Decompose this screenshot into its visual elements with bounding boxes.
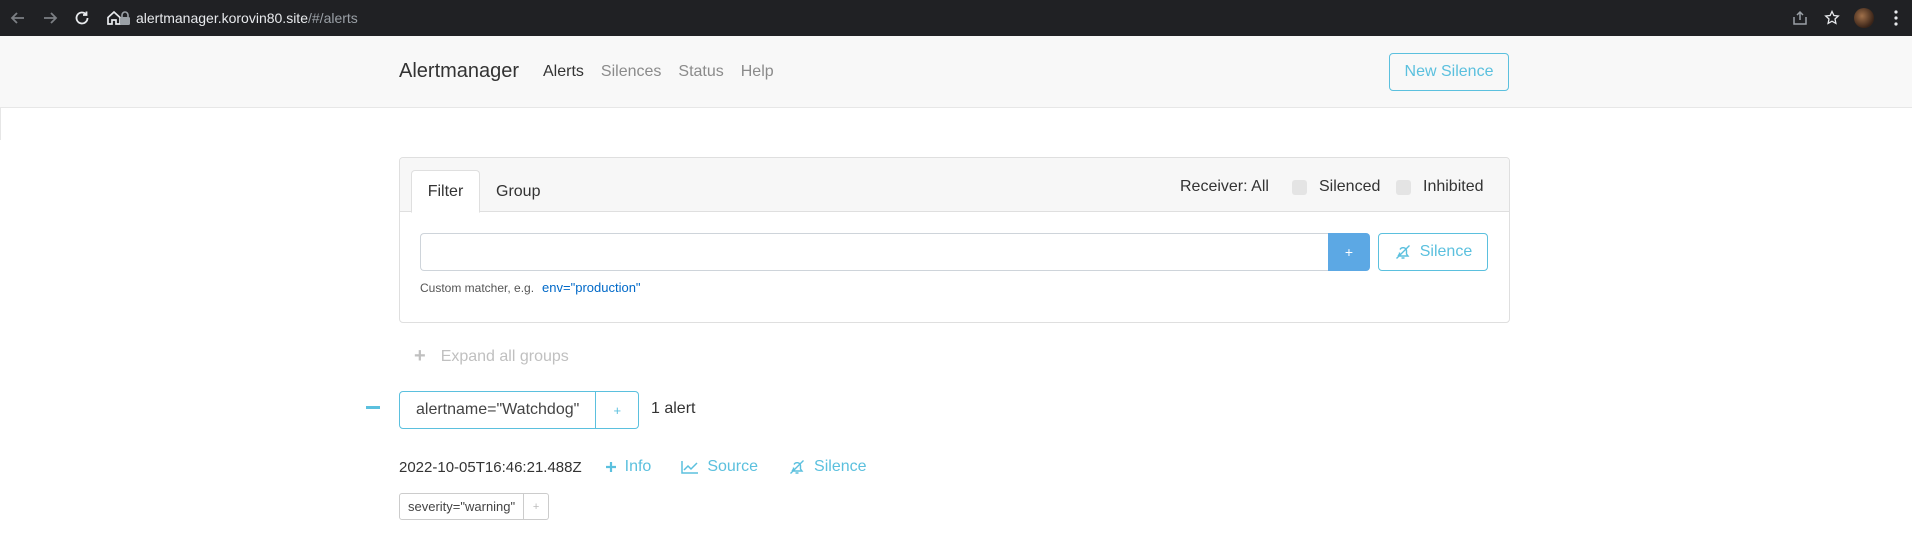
expand-all-groups-button[interactable]: + Expand all groups (414, 345, 569, 368)
reload-icon[interactable] (68, 4, 96, 32)
tab-group[interactable]: Group (480, 170, 556, 213)
line-chart-icon (681, 461, 699, 474)
share-icon[interactable] (1784, 0, 1816, 36)
matcher-helper: Custom matcher, e.g. env="production" (420, 280, 641, 295)
alert-row: 2022-10-05T16:46:21.488Z Info Source Sil… (399, 458, 867, 476)
nav-help[interactable]: Help (741, 63, 774, 81)
alert-label-add-button[interactable]: + (524, 493, 550, 520)
alert-timestamp: 2022-10-05T16:46:21.488Z (399, 458, 582, 476)
silenced-label: Silenced (1319, 178, 1381, 195)
lock-icon (120, 11, 130, 25)
address-bar[interactable]: alertmanager.korovin80.site/#/alerts (136, 0, 358, 36)
source-label: Source (707, 458, 759, 475)
alert-silence-label: Silence (814, 458, 867, 475)
divider (0, 108, 1, 140)
silenced-checkbox[interactable]: Silenced (1292, 178, 1380, 196)
plus-icon: + (414, 345, 426, 367)
alert-label-text[interactable]: severity="warning" (399, 493, 525, 520)
filter-input[interactable] (420, 233, 1328, 271)
plus-icon (605, 462, 616, 472)
new-silence-button[interactable]: New Silence (1389, 53, 1509, 91)
nav-status[interactable]: Status (678, 63, 723, 81)
silence-filter-label: Silence (1419, 243, 1473, 260)
bookmark-star-icon[interactable] (1816, 0, 1848, 36)
alert-silence-button[interactable]: Silence (788, 458, 867, 476)
tab-filter[interactable]: Filter (411, 170, 480, 213)
group-label-text[interactable]: alertname="Watchdog" (399, 391, 597, 429)
helper-example: env="production" (542, 280, 641, 295)
alert-count: 1 alert (651, 400, 696, 417)
browser-toolbar: alertmanager.korovin80.site/#/alerts (0, 0, 1912, 36)
bell-slash-icon (1395, 245, 1410, 259)
nav-links: Alerts Silences Status Help (543, 63, 774, 81)
expand-all-label: Expand all groups (440, 347, 569, 365)
inhibited-checkbox[interactable]: Inhibited (1396, 178, 1484, 196)
bell-slash-icon (790, 460, 805, 474)
helper-text: Custom matcher, e.g. (420, 281, 535, 295)
silence-filter-button[interactable]: Silence (1378, 233, 1488, 271)
group-label: alertname="Watchdog" + (399, 391, 640, 429)
inhibited-label: Inhibited (1423, 178, 1484, 195)
group-label-add-button[interactable]: + (596, 391, 640, 429)
info-button[interactable]: Info (605, 458, 652, 476)
checkbox-box[interactable] (1396, 179, 1411, 195)
info-label: Info (624, 458, 652, 475)
url-host: alertmanager.korovin80.site (136, 10, 308, 26)
url-path: /#/alerts (308, 10, 358, 26)
receiver-selector[interactable]: Receiver: All (1180, 178, 1269, 196)
collapse-group-icon[interactable] (366, 406, 380, 409)
app-navbar: Alertmanager Alerts Silences Status Help… (0, 36, 1912, 108)
filter-card: Filter Group Receiver: All Silenced Inhi… (399, 157, 1510, 323)
back-icon[interactable] (4, 4, 32, 32)
profile-avatar[interactable] (1848, 0, 1880, 36)
kebab-menu-icon[interactable] (1880, 0, 1912, 36)
add-filter-button[interactable]: + (1328, 233, 1370, 271)
alert-label-tag: severity="warning" + (399, 493, 550, 520)
checkbox-box[interactable] (1292, 179, 1307, 195)
nav-silences[interactable]: Silences (601, 63, 661, 81)
forward-icon[interactable] (36, 4, 64, 32)
nav-alerts[interactable]: Alerts (543, 63, 584, 81)
brand-title[interactable]: Alertmanager (399, 60, 519, 83)
source-button[interactable]: Source (681, 458, 758, 476)
filter-card-header: Filter Group Receiver: All Silenced Inhi… (400, 158, 1509, 213)
